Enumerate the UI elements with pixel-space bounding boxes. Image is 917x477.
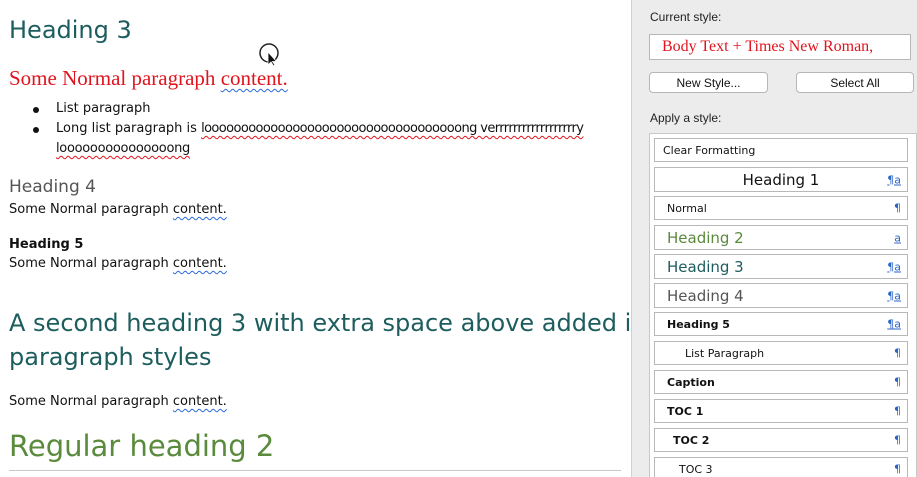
normal-text: Some Normal paragraph bbox=[9, 202, 173, 217]
character-style-icon: a bbox=[894, 231, 901, 244]
style-item-heading-5[interactable]: Heading 5 ¶a bbox=[654, 312, 908, 336]
bullet-icon bbox=[33, 127, 39, 133]
style-item-label: Heading 3 bbox=[667, 257, 744, 276]
style-item-caption[interactable]: Caption ¶ bbox=[654, 370, 908, 394]
paragraph-style-icon: ¶ bbox=[894, 201, 901, 215]
style-item-normal[interactable]: Normal ¶ bbox=[654, 196, 908, 220]
paragraph-char-style-icon: ¶a bbox=[887, 317, 901, 331]
style-item-label: Heading 2 bbox=[667, 228, 744, 247]
normal-paragraph-1: Some Normal paragraph content. bbox=[9, 202, 227, 217]
bullet-icon bbox=[33, 107, 39, 113]
heading-5: Heading 5 bbox=[9, 237, 84, 252]
heading-3: Heading 3 bbox=[9, 16, 132, 44]
list-paragraph-2-prefix: Long list paragraph is bbox=[56, 121, 202, 136]
heading-4: Heading 4 bbox=[9, 177, 96, 197]
style-item-label: Normal bbox=[667, 201, 707, 215]
style-item-label: Caption bbox=[667, 375, 715, 389]
list-paragraph-2-long-word: looooooooooooooooooooooooooooooooooong v… bbox=[201, 121, 584, 136]
style-item-clear-formatting[interactable]: Clear Formatting bbox=[654, 138, 908, 162]
style-item-label: Heading 1 bbox=[742, 170, 820, 189]
style-item-label: TOC 1 bbox=[667, 404, 704, 418]
paragraph-char-style-icon: ¶a bbox=[887, 173, 901, 186]
paragraph-style-icon: ¶ bbox=[894, 404, 901, 418]
list-paragraph-2: Long list paragraph is loooooooooooooooo… bbox=[56, 121, 584, 136]
paragraph-char-style-icon: ¶a bbox=[887, 260, 901, 273]
second-heading-3-line-2: paragraph styles bbox=[9, 343, 212, 371]
normal-paragraph-2: Some Normal paragraph content. bbox=[9, 256, 227, 271]
current-style-field[interactable]: Body Text + Times New Roman, bbox=[649, 34, 911, 60]
normal-paragraph-3: Some Normal paragraph content. bbox=[9, 394, 227, 409]
red-normal-paragraph: Some Normal paragraph content. bbox=[9, 66, 288, 91]
styles-panel: Current style: Body Text + Times New Rom… bbox=[631, 0, 917, 477]
style-item-list-paragraph[interactable]: List Paragraph ¶ bbox=[654, 341, 908, 365]
normal-text: Some Normal paragraph bbox=[9, 256, 173, 271]
heading-2: Regular heading 2 bbox=[9, 429, 275, 463]
style-item-toc-2[interactable]: TOC 2 ¶ bbox=[654, 428, 908, 452]
style-item-heading-3[interactable]: Heading 3 ¶a bbox=[654, 254, 908, 279]
paragraph-style-icon: ¶ bbox=[894, 375, 901, 389]
apply-style-label: Apply a style: bbox=[650, 111, 722, 125]
style-item-label: TOC 3 bbox=[679, 462, 713, 476]
normal-squiggle: content. bbox=[172, 202, 227, 217]
paragraph-char-style-icon: ¶a bbox=[887, 289, 901, 302]
list-paragraph-2-cont-word: looooooooooooooong bbox=[56, 141, 191, 156]
new-style-button[interactable]: New Style... bbox=[649, 72, 768, 93]
red-paragraph-text: Some Normal paragraph bbox=[9, 66, 221, 90]
style-item-heading-1[interactable]: Heading 1 ¶a bbox=[654, 167, 908, 192]
document-area[interactable]: Heading 3 Some Normal paragraph content.… bbox=[0, 0, 630, 477]
red-paragraph-squiggle: content. bbox=[220, 66, 288, 90]
style-item-toc-1[interactable]: TOC 1 ¶ bbox=[654, 399, 908, 423]
list-paragraph-1: List paragraph bbox=[56, 101, 151, 116]
style-item-toc-3[interactable]: TOC 3 ¶ bbox=[654, 457, 908, 477]
list-paragraph-2-continuation: looooooooooooooong bbox=[56, 141, 190, 156]
style-item-label: Heading 4 bbox=[667, 286, 744, 305]
heading-2-rule bbox=[9, 470, 621, 471]
mouse-cursor-icon bbox=[259, 43, 279, 66]
style-item-label: Clear Formatting bbox=[663, 143, 756, 157]
normal-text: Some Normal paragraph bbox=[9, 394, 173, 409]
normal-squiggle: content. bbox=[172, 394, 227, 409]
current-style-label: Current style: bbox=[650, 10, 722, 24]
style-item-label: Heading 5 bbox=[667, 317, 730, 331]
style-list[interactable]: Clear Formatting Heading 1 ¶a Normal ¶ H… bbox=[649, 133, 917, 477]
select-all-button[interactable]: Select All bbox=[796, 72, 914, 93]
paragraph-style-icon: ¶ bbox=[894, 462, 901, 476]
normal-squiggle: content. bbox=[172, 256, 227, 271]
paragraph-style-icon: ¶ bbox=[894, 346, 901, 360]
second-heading-3-line-1: A second heading 3 with extra space abov… bbox=[9, 309, 630, 337]
style-item-label: TOC 2 bbox=[673, 433, 710, 447]
paragraph-style-icon: ¶ bbox=[894, 433, 901, 447]
style-item-heading-2[interactable]: Heading 2 a bbox=[654, 225, 908, 250]
style-item-heading-4[interactable]: Heading 4 ¶a bbox=[654, 283, 908, 308]
style-item-label: List Paragraph bbox=[685, 346, 765, 360]
